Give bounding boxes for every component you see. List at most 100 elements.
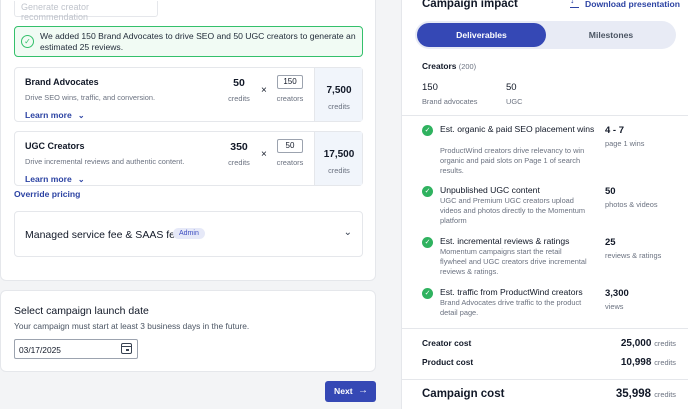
item-total: 17,500 credits — [314, 132, 362, 185]
multiply-icon: × — [261, 85, 267, 96]
success-message: We added 150 Brand Advocates to drive SE… — [40, 31, 356, 52]
item-total: 7,500 credits — [314, 68, 362, 121]
launch-date-value: 03/17/2025 — [19, 345, 61, 355]
multiply-icon: × — [261, 149, 267, 160]
check-circle-icon: ✓ — [422, 237, 433, 248]
learn-more-link[interactable]: Learn more ⌄ — [25, 110, 85, 120]
managed-fee-title: Managed service fee & SAAS fee — [25, 229, 181, 241]
ugc-creators-item: UGC Creators Drive incremental reviews a… — [14, 131, 363, 186]
download-label: Download presentation — [585, 0, 681, 9]
learn-more-label: Learn more — [25, 174, 72, 184]
deliverable-desc: UGC and Premium UGC creators upload vide… — [440, 196, 586, 225]
deliverable-title: Est. incremental reviews & ratings — [440, 236, 570, 246]
creator-stat-label: UGC — [506, 97, 523, 106]
deliverable-unit: photos & videos — [605, 200, 658, 209]
creator-stat-value: 150 — [422, 82, 438, 93]
item-total-value: 17,500 — [323, 149, 355, 160]
campaign-cost-row: Campaign cost 35,998 credits — [422, 388, 676, 404]
launch-date-subtitle: Your campaign must start at least 3 busi… — [14, 321, 250, 331]
deliverable-unit: reviews & ratings — [605, 251, 662, 260]
creator-stat-value: 50 — [506, 82, 517, 93]
divider — [402, 379, 688, 380]
next-button[interactable]: Next → — [325, 381, 376, 402]
arrow-right-icon: → — [358, 385, 368, 396]
generate-recommendation-button[interactable]: Generate creator recommendation — [14, 1, 158, 22]
cost-label: Product cost — [422, 357, 474, 367]
override-pricing-link[interactable]: Override pricing — [14, 189, 80, 199]
learn-more-link[interactable]: Learn more ⌄ — [25, 174, 85, 184]
deliverable-item: ✓ Est. incremental reviews & ratings Mom… — [422, 236, 684, 280]
credits-label: credits — [228, 94, 250, 103]
credits-per-creator: 350 — [230, 141, 248, 153]
cost-amount: 25,000 — [620, 338, 652, 349]
launch-date-title: Select campaign launch date — [14, 305, 149, 317]
deliverable-item: ✓ Est. traffic from ProductWind creators… — [422, 287, 684, 321]
creators-label: creators — [276, 158, 304, 167]
cost-value: 25,000 credits — [621, 338, 676, 349]
deliverable-title: Est. organic & paid SEO placement wins — [440, 124, 595, 134]
cost-amount: 10,998 — [620, 357, 652, 368]
deliverable-value: 50 — [605, 186, 616, 197]
campaign-builder-panel: Generate creator recommendation ✓ We add… — [0, 0, 376, 409]
launch-date-input[interactable]: 03/17/2025 — [14, 339, 138, 359]
deliverable-unit: page 1 wins — [605, 139, 645, 148]
deliverable-value: 25 — [605, 237, 616, 248]
deliverable-title: Unpublished UGC content — [440, 185, 540, 195]
deliverable-value: 3,300 — [605, 288, 629, 299]
item-title: UGC Creators — [25, 141, 85, 151]
item-description: Drive SEO wins, traffic, and conversion. — [25, 93, 156, 102]
item-title: Brand Advocates — [25, 77, 99, 87]
impact-tabs: Deliverables Milestones — [415, 21, 676, 49]
deliverable-item: ✓ Est. organic & paid SEO placement wins… — [422, 124, 684, 175]
next-label: Next — [334, 386, 353, 396]
creator-stat-label: Brand advocates — [422, 97, 478, 106]
cost-unit: credits — [654, 358, 676, 367]
campaign-impact-panel: Campaign impact Download presentation De… — [401, 0, 688, 409]
creators-label: creators — [276, 94, 304, 103]
check-circle-icon: ✓ — [422, 125, 433, 136]
chevron-down-icon: ⌄ — [77, 175, 85, 184]
divider — [402, 115, 688, 116]
tab-deliverables[interactable]: Deliverables — [417, 23, 546, 47]
deliverable-desc: Momentum campaigns start the retail flyw… — [440, 247, 587, 276]
creator-plan-card: Generate creator recommendation ✓ We add… — [0, 0, 376, 281]
deliverable-title: Est. traffic from ProductWind creators — [440, 287, 583, 297]
product-cost-row: Product cost 10,998 credits — [422, 357, 676, 371]
learn-more-label: Learn more — [25, 110, 72, 120]
total-label: Campaign cost — [422, 388, 505, 400]
tab-milestones[interactable]: Milestones — [548, 23, 674, 47]
creator-stat: 150 Brand advocates — [422, 82, 477, 106]
deliverable-item: ✓ Unpublished UGC content UGC and Premiu… — [422, 185, 684, 229]
download-icon — [570, 0, 579, 8]
total-amount: 35,998 — [615, 388, 652, 400]
check-circle-icon: ✓ — [422, 288, 433, 299]
creators-count: (200) — [458, 62, 477, 71]
managed-fee-accordion[interactable]: Managed service fee & SAAS fee Admin ⌄ — [14, 211, 363, 257]
download-presentation-link[interactable]: Download presentation — [570, 0, 680, 9]
item-description: Drive incremental reviews and authentic … — [25, 157, 185, 166]
credits-per-creator: 50 — [233, 77, 245, 89]
divider — [402, 328, 688, 329]
total-unit: credits — [654, 390, 676, 399]
deliverable-unit: views — [605, 302, 624, 311]
creators-label: Creators — [422, 61, 457, 71]
creator-cost-row: Creator cost 25,000 credits — [422, 338, 676, 352]
check-circle-icon: ✓ — [422, 186, 433, 197]
success-alert: ✓ We added 150 Brand Advocates to drive … — [14, 26, 363, 57]
item-total-label: credits — [328, 102, 350, 111]
panel-title: Campaign impact — [422, 0, 518, 10]
item-total-label: credits — [328, 166, 350, 175]
calendar-icon[interactable] — [121, 343, 132, 354]
chevron-down-icon: ⌄ — [343, 227, 352, 238]
brand-advocates-item: Brand Advocates Drive SEO wins, traffic,… — [14, 67, 363, 122]
total-value: 35,998 credits — [616, 388, 676, 400]
admin-badge: Admin — [173, 228, 205, 239]
creator-stat: 50 UGC — [506, 82, 522, 106]
deliverable-value: 4 - 7 — [605, 125, 625, 136]
creator-quantity-input[interactable]: 150 — [277, 75, 303, 89]
creators-heading: Creators (200) — [422, 61, 476, 71]
credits-label: credits — [228, 158, 250, 167]
creator-quantity-input[interactable]: 50 — [277, 139, 303, 153]
deliverable-desc: ProductWind creators drive relevancy to … — [440, 146, 585, 175]
chevron-down-icon: ⌄ — [77, 111, 85, 120]
